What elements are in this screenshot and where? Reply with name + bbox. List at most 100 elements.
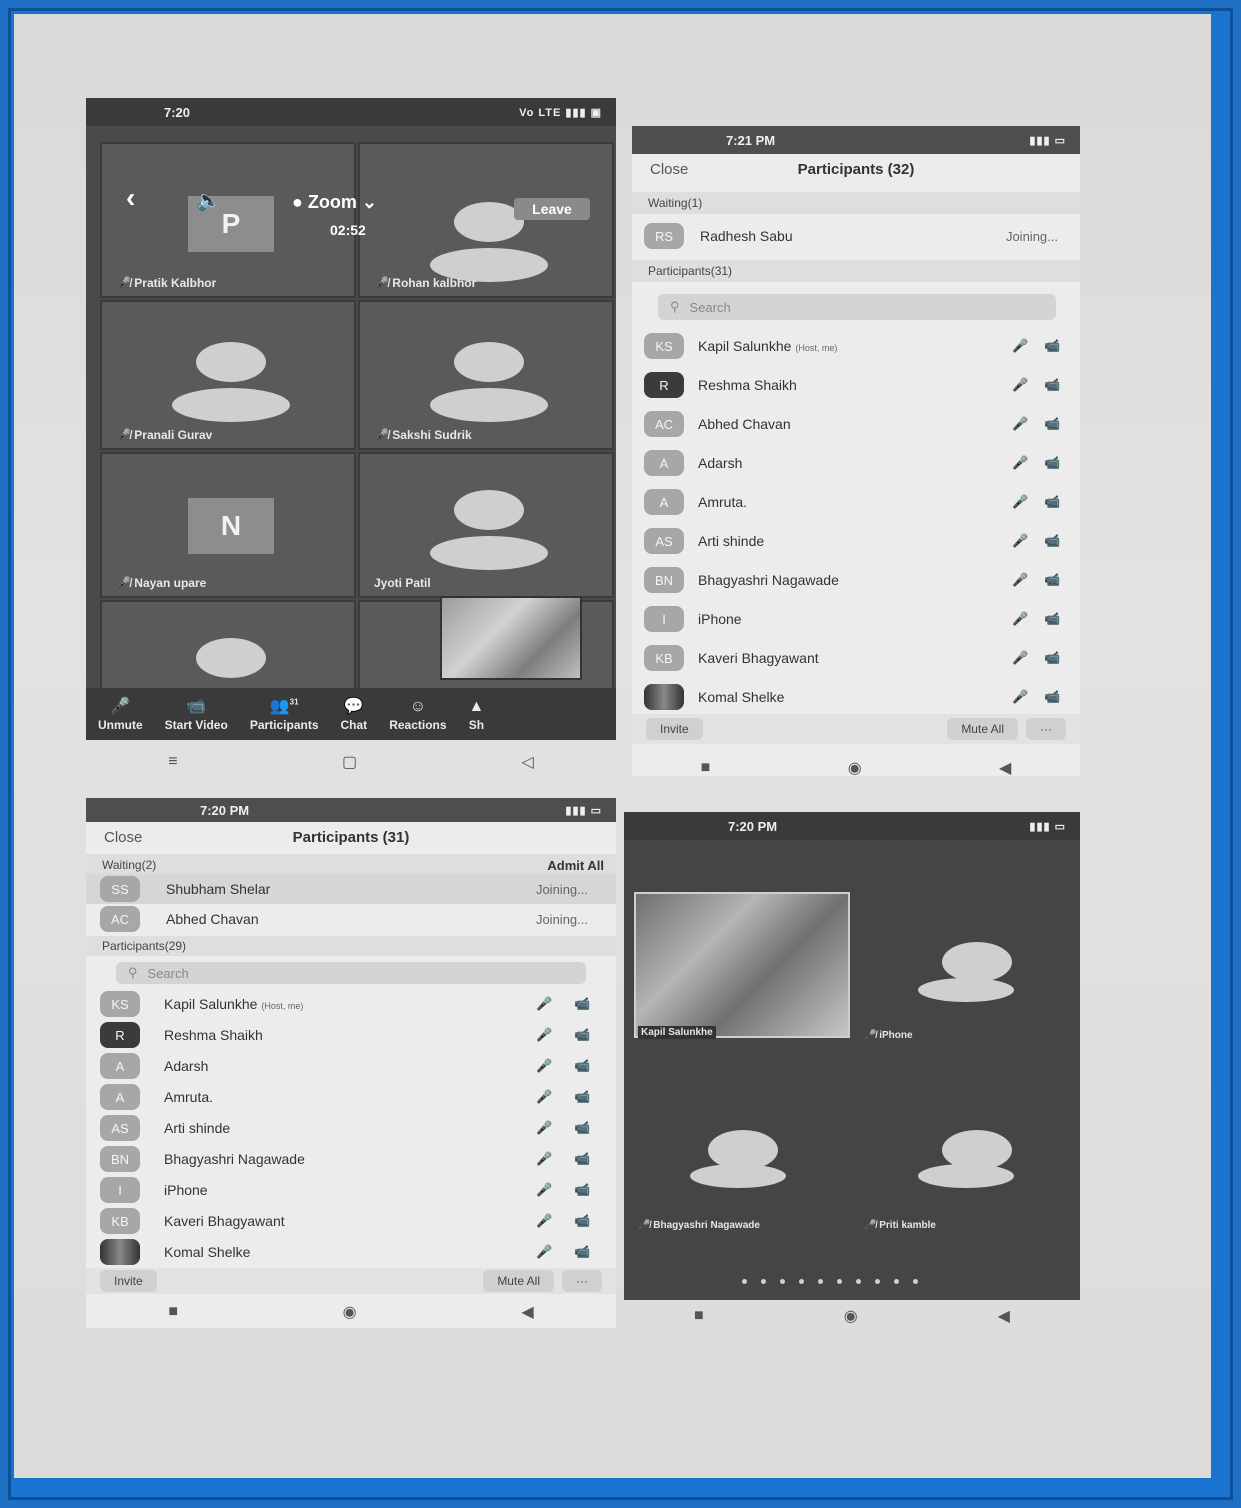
camera-off-icon[interactable]: 📹	[1044, 338, 1060, 354]
waiting-row[interactable]: AC Abhed Chavan Joining...	[86, 904, 616, 934]
recents-icon[interactable]: ■	[694, 1307, 704, 1325]
mic-icon[interactable]: 🎤	[536, 1027, 552, 1043]
waiting-row[interactable]: RS Radhesh Sabu Joining...	[632, 218, 1080, 254]
mic-muted-icon[interactable]: 🎤	[1012, 650, 1028, 666]
participant-row[interactable]: KB Kaveri Bhagyawant 🎤 📹	[632, 640, 1080, 676]
share-button[interactable]: ▲ Sh	[469, 698, 485, 732]
video-tile[interactable]: N 🎤̸ Nayan upare	[100, 452, 356, 598]
reactions-button[interactable]: ☺ Reactions	[389, 698, 446, 732]
speaker-icon[interactable]: 🔈	[196, 188, 221, 213]
participant-row[interactable]: R Reshma Shaikh 🎤 📹	[632, 367, 1080, 403]
video-tile[interactable]: Jyoti Patil	[358, 452, 614, 598]
video-tile[interactable]: 🎤̸ Rohan kalbhor	[358, 142, 614, 298]
mute-all-button[interactable]: Mute All	[483, 1270, 554, 1292]
avatar: R	[100, 1022, 140, 1048]
camera-off-icon[interactable]: 📹	[574, 1089, 590, 1105]
avatar: AC	[644, 411, 684, 437]
waiting-row[interactable]: SS Shubham Shelar Joining...	[86, 874, 616, 904]
participant-row[interactable]: Komal Shelke 🎤 📹	[86, 1234, 616, 1270]
home-icon[interactable]: ◉	[848, 758, 862, 778]
mic-muted-icon[interactable]: 🎤	[536, 1244, 552, 1260]
home-icon[interactable]: ◉	[844, 1306, 858, 1326]
camera-off-icon[interactable]: 📹	[574, 1182, 590, 1198]
mic-muted-icon[interactable]: 🎤	[536, 1213, 552, 1229]
participant-name-text: Komal Shelke	[164, 1244, 251, 1260]
camera-off-icon[interactable]: 📹	[1044, 650, 1060, 666]
self-video-preview[interactable]	[440, 596, 582, 680]
video-tile[interactable]: 🎤̸ Sakshi Sudrik	[358, 300, 614, 450]
camera-off-icon[interactable]: 📹	[574, 1120, 590, 1136]
meeting-title[interactable]: ● Zoom ⌄	[292, 192, 377, 213]
self-video-tile[interactable]	[634, 892, 850, 1038]
camera-off-icon[interactable]: 📹	[574, 996, 590, 1012]
mic-muted-icon[interactable]: 🎤	[536, 1058, 552, 1074]
mic-icon[interactable]: 🎤	[536, 996, 552, 1012]
back-nav-icon[interactable]: ◀	[998, 1306, 1010, 1326]
back-nav-icon[interactable]: ◁	[521, 752, 533, 772]
leave-button[interactable]: Leave	[514, 198, 590, 220]
mic-icon[interactable]: 🎤	[1012, 338, 1028, 354]
participant-row[interactable]: A Adarsh 🎤 📹	[632, 445, 1080, 481]
start-video-button[interactable]: 📹 Start Video	[165, 696, 228, 732]
back-nav-icon[interactable]: ◀	[521, 1302, 533, 1322]
mic-muted-icon[interactable]: 🎤	[536, 1089, 552, 1105]
participant-row[interactable]: AC Abhed Chavan 🎤 📹	[632, 406, 1080, 442]
camera-off-icon[interactable]: 📹	[1044, 572, 1060, 588]
mic-muted-icon[interactable]: 🎤	[1012, 455, 1028, 471]
avatar-body	[690, 1164, 786, 1188]
camera-off-icon[interactable]: 📹	[1044, 455, 1060, 471]
recents-icon[interactable]: ■	[168, 1303, 178, 1321]
invite-button[interactable]: Invite	[646, 718, 703, 740]
back-nav-icon[interactable]: ◀	[999, 758, 1011, 778]
camera-off-icon[interactable]: 📹	[1044, 416, 1060, 432]
more-button[interactable]: ···	[1026, 718, 1066, 740]
participant-row[interactable]: Komal Shelke 🎤 📹	[632, 679, 1080, 715]
participants-button[interactable]: 👥31 Participants	[250, 696, 319, 732]
chat-button[interactable]: 💬 Chat	[341, 696, 368, 732]
participant-row[interactable]: AS Arti shinde 🎤 📹	[632, 523, 1080, 559]
participant-row[interactable]: BN Bhagyashri Nagawade 🎤 📹	[632, 562, 1080, 598]
avatar: AC	[100, 906, 140, 932]
mic-icon[interactable]: 🎤	[1012, 377, 1028, 393]
camera-off-icon[interactable]: 📹	[574, 1151, 590, 1167]
avatar-head	[196, 342, 266, 382]
menu-icon[interactable]: ≡	[168, 753, 177, 771]
mute-all-button[interactable]: Mute All	[947, 718, 1018, 740]
invite-button[interactable]: Invite	[100, 1270, 157, 1292]
participant-row[interactable]: IiPhone 🎤 📹	[632, 601, 1080, 637]
page-indicator[interactable]	[742, 1279, 918, 1284]
search-input[interactable]: ⚲ Search	[116, 962, 586, 984]
participant-row[interactable]: A Amruta. 🎤 📹	[632, 484, 1080, 520]
camera-off-icon[interactable]: 📹	[1044, 689, 1060, 705]
mic-muted-icon[interactable]: 🎤	[1012, 533, 1028, 549]
more-button[interactable]: ···	[562, 1270, 602, 1292]
camera-off-icon[interactable]: 📹	[574, 1027, 590, 1043]
camera-off-icon[interactable]: 📹	[1044, 611, 1060, 627]
mic-muted-icon[interactable]: 🎤	[536, 1182, 552, 1198]
home-icon[interactable]: ▢	[342, 752, 357, 772]
camera-off-icon[interactable]: 📹	[574, 1213, 590, 1229]
video-tile[interactable]: 🎤̸ Pranali Gurav	[100, 300, 356, 450]
camera-off-icon[interactable]: 📹	[574, 1244, 590, 1260]
admit-all-button[interactable]: Admit All	[547, 858, 604, 873]
participant-row[interactable]: KS Kapil Salunkhe (Host, me) 🎤 📹	[632, 328, 1080, 364]
video-tile[interactable]	[100, 600, 356, 690]
mic-muted-icon[interactable]: 🎤	[1012, 494, 1028, 510]
search-input[interactable]: ⚲ Search	[658, 294, 1056, 320]
camera-off-icon[interactable]: 📹	[1044, 377, 1060, 393]
back-icon[interactable]: ‹	[126, 182, 135, 214]
camera-off-icon[interactable]: 📹	[574, 1058, 590, 1074]
mic-muted-icon[interactable]: 🎤	[536, 1120, 552, 1136]
mic-muted-icon[interactable]: 🎤	[1012, 572, 1028, 588]
unmute-button[interactable]: 🎤 Unmute	[98, 696, 143, 732]
mic-muted-icon[interactable]: 🎤	[536, 1151, 552, 1167]
mic-muted-icon[interactable]: 🎤	[1012, 416, 1028, 432]
recents-icon[interactable]: ■	[701, 759, 711, 777]
participant-name-text: Kapil Salunkhe	[698, 338, 792, 354]
camera-off-icon[interactable]: 📹	[1044, 533, 1060, 549]
home-icon[interactable]: ◉	[343, 1302, 357, 1322]
mic-muted-icon[interactable]: 🎤	[1012, 689, 1028, 705]
camera-off-icon[interactable]: 📹	[1044, 494, 1060, 510]
video-tile[interactable]: P 🎤̸ Pratik Kalbhor	[100, 142, 356, 298]
mic-muted-icon[interactable]: 🎤	[1012, 611, 1028, 627]
